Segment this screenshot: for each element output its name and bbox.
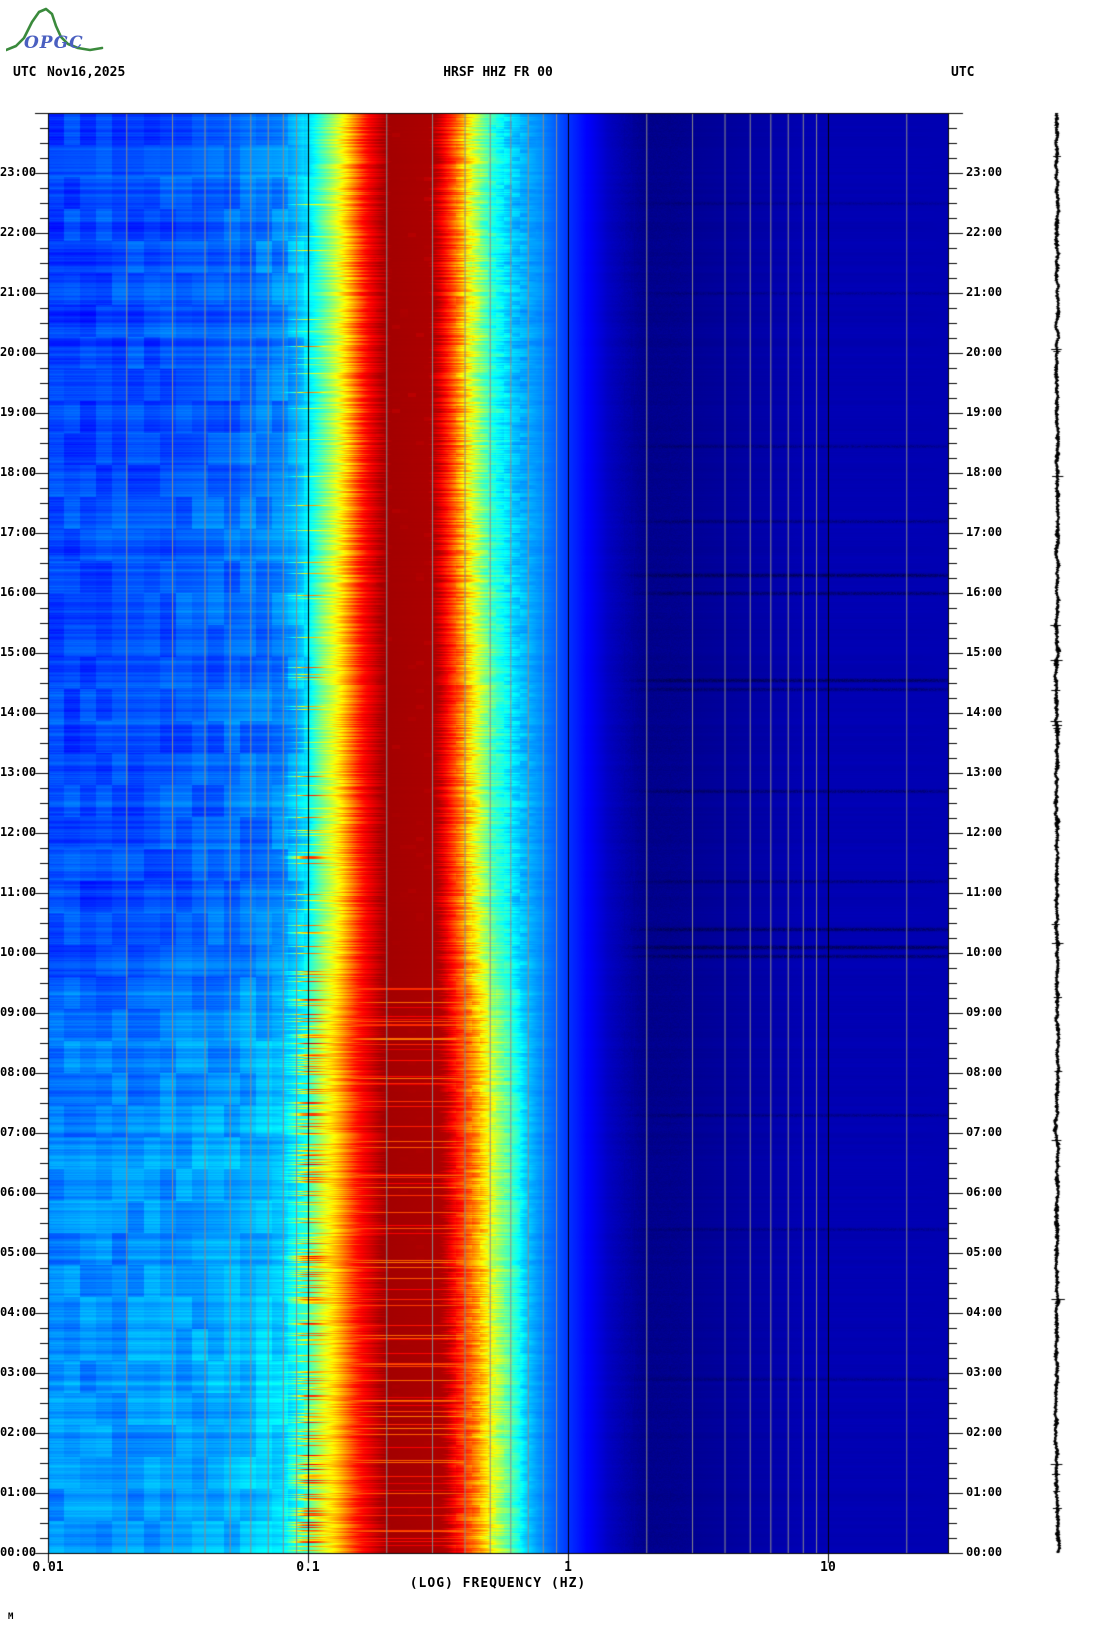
time-label-right: 20:00 bbox=[966, 345, 1003, 359]
time-label-left: 03:00 bbox=[0, 1365, 37, 1379]
time-label-right: 05:00 bbox=[966, 1245, 1003, 1259]
time-label-left: 14:00 bbox=[0, 705, 37, 719]
time-label-right: 13:00 bbox=[966, 765, 1003, 779]
time-label-right: 16:00 bbox=[966, 585, 1003, 599]
time-label-right: 08:00 bbox=[966, 1065, 1003, 1079]
time-label-left: 23:00 bbox=[0, 165, 37, 179]
time-label-right: 14:00 bbox=[966, 705, 1003, 719]
seismic-spectrogram-page: OPGC UTC Nov16,2025 HRSF HHZ FR 00 UTC 0… bbox=[0, 0, 1102, 1634]
time-label-left: 20:00 bbox=[0, 345, 37, 359]
time-label-right: 10:00 bbox=[966, 945, 1003, 959]
time-label-right: 21:00 bbox=[966, 285, 1003, 299]
time-label-right: 01:00 bbox=[966, 1485, 1003, 1499]
freq-tick-label: 0.1 bbox=[296, 1560, 320, 1575]
time-label-right: 04:00 bbox=[966, 1305, 1003, 1319]
time-label-left: 04:00 bbox=[0, 1305, 37, 1319]
time-label-right: 19:00 bbox=[966, 405, 1003, 419]
time-label-right: 11:00 bbox=[966, 885, 1003, 899]
time-label-left: 00:00 bbox=[0, 1545, 37, 1559]
time-label-right: 22:00 bbox=[966, 225, 1003, 239]
time-label-left: 13:00 bbox=[0, 765, 37, 779]
x-axis-label: (LOG) FREQUENCY (HZ) bbox=[409, 1576, 587, 1591]
time-label-left: 09:00 bbox=[0, 1005, 37, 1019]
spectrogram-canvas bbox=[0, 0, 1102, 1634]
time-label-left: 11:00 bbox=[0, 885, 37, 899]
time-label-left: 17:00 bbox=[0, 525, 37, 539]
time-label-left: 16:00 bbox=[0, 585, 37, 599]
time-label-right: 18:00 bbox=[966, 465, 1003, 479]
time-label-right: 15:00 bbox=[966, 645, 1003, 659]
freq-tick-label: 0.01 bbox=[32, 1560, 64, 1575]
time-label-left: 10:00 bbox=[0, 945, 37, 959]
freq-tick-label: 1 bbox=[564, 1560, 572, 1575]
time-label-left: 01:00 bbox=[0, 1485, 37, 1499]
freq-tick-label: 10 bbox=[820, 1560, 836, 1575]
corner-mark: M bbox=[8, 1612, 14, 1622]
time-label-right: 17:00 bbox=[966, 525, 1003, 539]
time-label-left: 05:00 bbox=[0, 1245, 37, 1259]
time-label-right: 06:00 bbox=[966, 1185, 1003, 1199]
time-label-left: 08:00 bbox=[0, 1065, 37, 1079]
time-label-right: 03:00 bbox=[966, 1365, 1003, 1379]
time-label-left: 07:00 bbox=[0, 1125, 37, 1139]
time-label-left: 18:00 bbox=[0, 465, 37, 479]
time-label-left: 02:00 bbox=[0, 1425, 37, 1439]
time-label-right: 02:00 bbox=[966, 1425, 1003, 1439]
time-label-right: 09:00 bbox=[966, 1005, 1003, 1019]
time-label-right: 00:00 bbox=[966, 1545, 1003, 1559]
time-label-right: 12:00 bbox=[966, 825, 1003, 839]
time-label-right: 23:00 bbox=[966, 165, 1003, 179]
time-label-left: 12:00 bbox=[0, 825, 37, 839]
time-label-left: 21:00 bbox=[0, 285, 37, 299]
time-label-right: 07:00 bbox=[966, 1125, 1003, 1139]
time-label-left: 22:00 bbox=[0, 225, 37, 239]
time-label-left: 06:00 bbox=[0, 1185, 37, 1199]
time-label-left: 19:00 bbox=[0, 405, 37, 419]
time-label-left: 15:00 bbox=[0, 645, 37, 659]
